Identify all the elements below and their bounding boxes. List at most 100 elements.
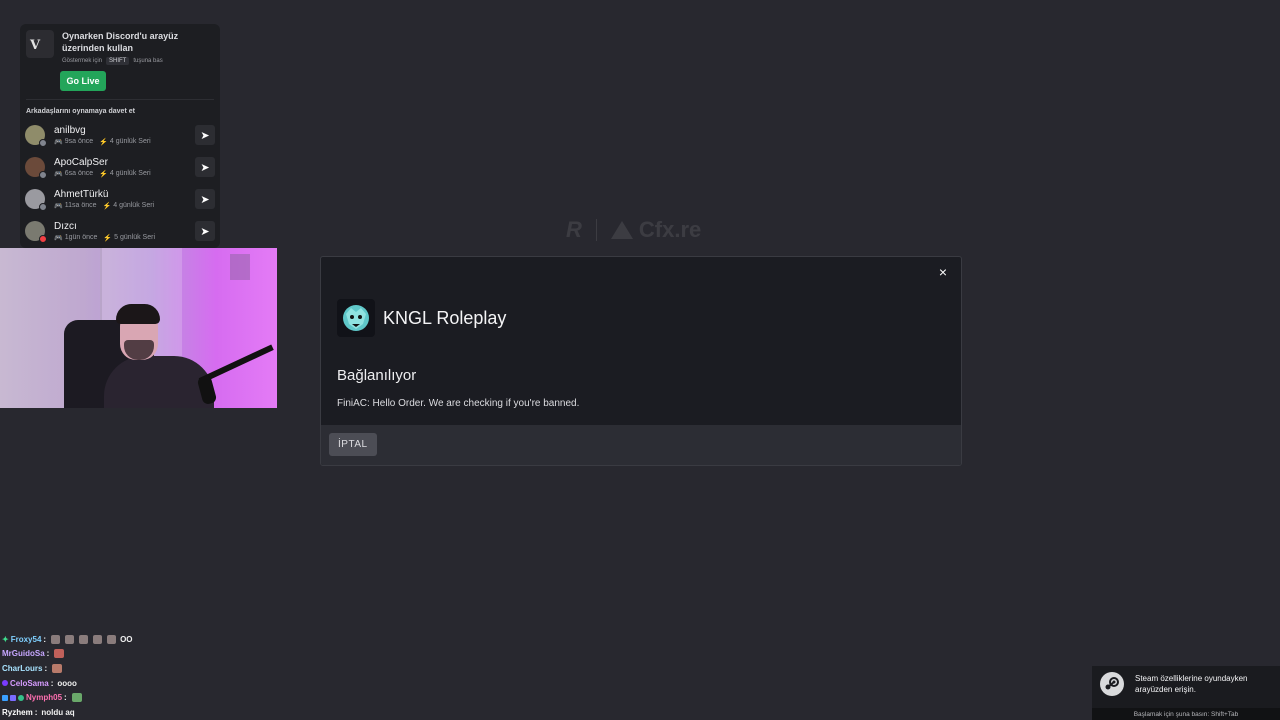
status-dot [39, 235, 47, 243]
connecting-dialog: × KNGL Roleplay Bağlanılıyor FiniAC: Hel… [320, 256, 962, 466]
gamepad-icon: 🎮 [54, 202, 63, 210]
status-dot [39, 203, 47, 211]
chat-message: CeloSama: oooo [2, 676, 202, 691]
gta-game-icon: V [26, 30, 54, 58]
chat-message: MrGuidoSa: [2, 647, 202, 662]
invite-send-button[interactable]: ➤ [195, 125, 215, 145]
friend-name: Dızcı [54, 220, 77, 232]
chat-username: CeloSama [10, 678, 49, 688]
go-live-button[interactable]: Go Live [60, 71, 106, 91]
chat-message: Ryzhem: noldu aq [2, 707, 75, 717]
friend-row[interactable]: Dızcı 🎮 1gün önce ⚡ 5 günlük Seri ➤ [20, 215, 220, 247]
emote-icon [54, 649, 65, 659]
close-button[interactable]: × [933, 262, 953, 282]
gamepad-icon: 🎮 [54, 138, 63, 146]
last-played: 🎮 9sa önce [54, 138, 94, 146]
chat-text: oooo [57, 678, 77, 688]
chat-message: Nymph05: [2, 690, 202, 705]
chat-username: Froxy54 [10, 634, 42, 644]
friend-row[interactable]: ApoCalpSer 🎮 6sa önce ⚡ 4 günlük Seri ➤ [20, 151, 220, 183]
badge-icon [10, 694, 16, 701]
chat-message: CharLours: [2, 661, 202, 676]
send-arrow-icon: ➤ [200, 129, 210, 142]
plus-badge-icon: ✦ [2, 634, 9, 644]
lightning-icon: ⚡ [99, 170, 108, 178]
cfx-icon [610, 221, 633, 239]
lightning-icon: ⚡ [102, 202, 112, 210]
status-dot [39, 139, 47, 147]
invite-send-button[interactable]: ➤ [195, 157, 215, 177]
gamepad-icon: 🎮 [54, 170, 63, 178]
emote-icon [93, 634, 103, 644]
friend-name: AhmetTürkü [54, 188, 109, 200]
avatar [25, 125, 47, 147]
emote-icon [65, 634, 75, 644]
invite-send-button[interactable]: ➤ [195, 189, 215, 209]
hint-suffix: tuşuna bas [133, 58, 163, 64]
friend-name: anilbvg [54, 124, 86, 136]
server-logo-icon [337, 299, 375, 337]
badge-icon [18, 694, 24, 701]
discord-shortcut-hint: Göstermek için SHIFT tuşuna bas [62, 57, 214, 65]
avatar [25, 189, 47, 211]
emote-icon [79, 634, 89, 644]
streak: ⚡ 4 günlük Seri [99, 138, 151, 146]
close-icon: × [938, 264, 948, 280]
shift-key: SHIFT [106, 57, 130, 65]
chat-username: CharLours [2, 663, 43, 673]
chat-username: Nymph05 [26, 693, 63, 703]
discord-overlay-title: Oynarken Discord'u arayüz üzerinden kull… [62, 31, 179, 53]
last-played: 🎮 6sa önce [54, 170, 94, 178]
stream-chat: ✦ Froxy54: OO MrGuidoSa: CharLours: Celo… [2, 632, 202, 720]
emote-icon [107, 634, 117, 644]
friend-name: ApoCalpSer [54, 156, 108, 168]
invite-friends-label: Arkadaşlarını oynamaya davet et [26, 108, 135, 115]
friend-row[interactable]: anilbvg 🎮 9sa önce ⚡ 4 günlük Seri ➤ [20, 119, 220, 151]
streak: ⚡ 4 günlük Seri [99, 170, 151, 178]
streak: ⚡ 4 günlük Seri [102, 202, 155, 210]
steam-toast-text: Steam özelliklerine oyundayken arayüzden… [1135, 674, 1248, 694]
rockstar-logo: R [566, 217, 582, 242]
invite-send-button[interactable]: ➤ [195, 221, 215, 241]
steam-shortcut-hint: Başlamak için şuna basın: Shift+Tab [1092, 708, 1280, 720]
chat-username: MrGuidoSa [2, 649, 45, 659]
webcam-feed [0, 248, 277, 408]
friend-row[interactable]: AhmetTürkü 🎮 11sa önce ⚡ 4 günlük Seri ➤ [20, 183, 220, 215]
discord-overlay: V Oynarken Discord'u arayüz üzerinden ku… [20, 24, 220, 248]
avatar [25, 221, 47, 243]
last-played: 🎮 1gün önce [54, 234, 98, 242]
cancel-button[interactable]: İPTAL [329, 433, 377, 456]
chat-text: noldu aq [41, 707, 75, 717]
webcam-wall-frame [230, 254, 250, 280]
hint-prefix: Göstermek için [62, 58, 103, 64]
emote-icon [51, 634, 61, 644]
server-name: KNGL Roleplay [383, 307, 507, 328]
send-arrow-icon: ➤ [200, 225, 210, 238]
status-dot [39, 171, 47, 179]
cfx-logo-text: Cfx.re [638, 217, 702, 242]
last-played: 🎮 11sa önce [54, 202, 97, 210]
emote-icon [52, 663, 63, 673]
webcam-person-hair [116, 304, 160, 324]
chat-text: OO [120, 634, 133, 644]
connection-status: Bağlanılıyor [337, 367, 417, 384]
gamepad-icon: 🎮 [54, 234, 63, 242]
chat-username: Ryzhem [2, 707, 33, 717]
dialog-footer: İPTAL [321, 425, 961, 465]
steam-icon [1100, 672, 1124, 696]
lightning-icon: ⚡ [99, 138, 108, 146]
send-arrow-icon: ➤ [200, 161, 210, 174]
steam-overlay-toast[interactable]: Steam özelliklerine oyundayken arayüzden… [1092, 666, 1280, 720]
sub-badge-icon [2, 680, 8, 687]
avatar [25, 157, 47, 179]
server-header: KNGL Roleplay [337, 299, 506, 337]
logo-separator [595, 219, 597, 241]
send-arrow-icon: ➤ [200, 193, 210, 206]
background-logos: R Cfx.re [566, 214, 701, 246]
emote-icon [71, 693, 82, 703]
chat-message: ✦ Froxy54: OO [2, 634, 133, 644]
badge-icon [2, 694, 8, 701]
discord-header: V Oynarken Discord'u arayüz üzerinden ku… [20, 24, 220, 65]
lightning-icon: ⚡ [103, 234, 113, 242]
svg-text:V: V [29, 38, 41, 53]
